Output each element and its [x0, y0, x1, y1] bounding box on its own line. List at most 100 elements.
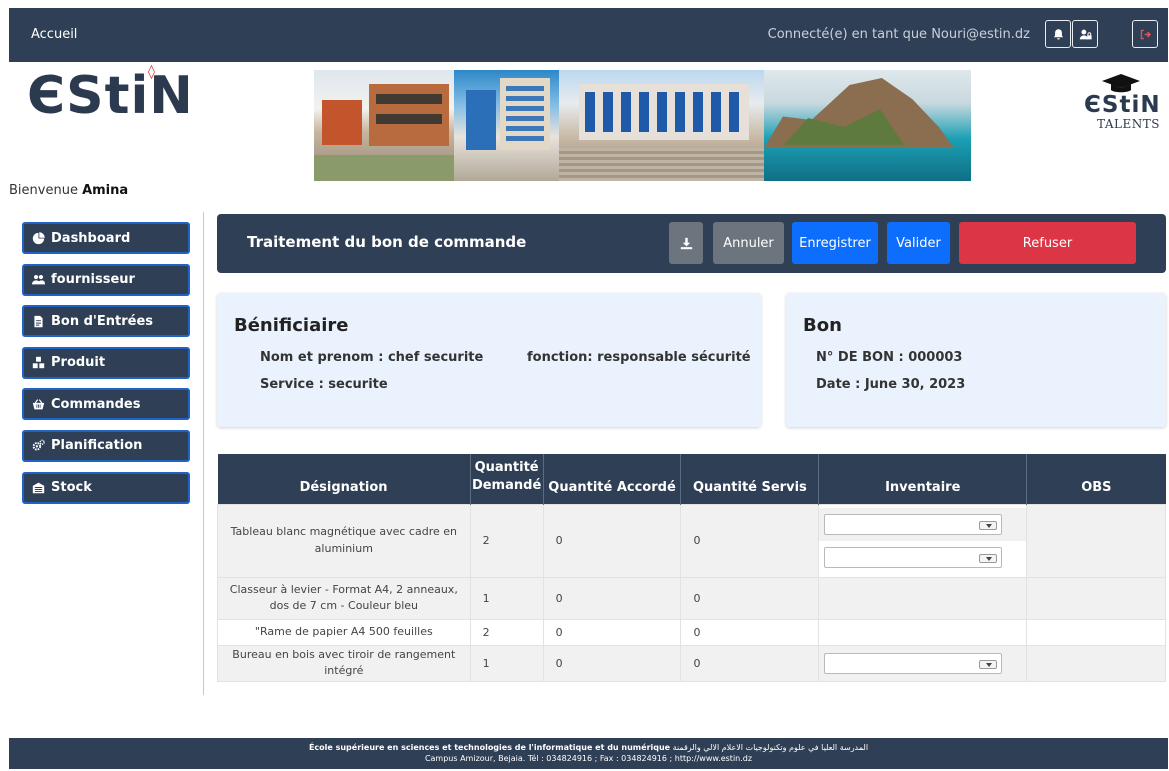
welcome-message: Bienvenue Amina: [9, 183, 128, 198]
cell-quantity-requested: 2: [469, 503, 544, 578]
chevron-down-icon: [979, 520, 998, 530]
cogs-icon: [32, 440, 45, 452]
logout-button[interactable]: [1132, 20, 1158, 48]
sidebar-item-fournisseur[interactable]: fournisseur: [22, 263, 190, 296]
download-icon: [680, 237, 692, 249]
header-line: Quantité: [474, 460, 539, 476]
footer: École supérieure en sciences et technolo…: [9, 738, 1168, 769]
column-header-quantity-requested: Quantité Demandé: [470, 454, 544, 504]
sidebar-item-label: Stock: [51, 480, 92, 496]
cell-inventory: [818, 576, 1028, 620]
warehouse-icon: [32, 482, 45, 494]
user-lock-icon: [1079, 29, 1092, 39]
cell-quantity-served: 0: [680, 503, 820, 578]
dashboard-icon: [32, 231, 45, 244]
sidebar-item-bon-entrees[interactable]: Bon d'Entrées: [22, 305, 190, 338]
order-items-table: Désignation Quantité Demandé Quantité Ac…: [217, 454, 1166, 682]
home-link[interactable]: Accueil: [31, 27, 77, 42]
estin-logo: ЄStiN ◊: [27, 65, 194, 122]
bon-number: N° DE BON : 000003: [816, 350, 963, 365]
beneficiary-heading: Bénificiaire: [234, 315, 349, 336]
sidebar-item-commandes[interactable]: Commandes: [22, 388, 190, 421]
sidebar-item-stock[interactable]: Stock: [22, 471, 190, 504]
inventory-select[interactable]: [824, 652, 1003, 674]
welcome-user-name: Amina: [82, 183, 129, 198]
welcome-prefix: Bienvenue: [9, 183, 78, 198]
inventory-select[interactable]: [824, 546, 1003, 568]
cell-quantity-requested: 1: [469, 644, 544, 682]
talents-logo-name: ЄStiN: [1084, 92, 1161, 118]
table-row: "Rame de papier A4 500 feuilles 2 0 0: [217, 618, 1166, 646]
user-profile-button[interactable]: [1072, 20, 1098, 48]
download-button[interactable]: [669, 222, 703, 264]
save-button[interactable]: Enregistrer: [792, 222, 878, 264]
cell-obs: [1026, 618, 1166, 646]
bon-date: Date : June 30, 2023: [816, 377, 966, 392]
cell-inventory: [818, 503, 1028, 578]
chevron-down-icon: [979, 553, 998, 563]
sidebar-item-produit[interactable]: Produit: [22, 346, 190, 379]
page-title: Traitement du bon de commande: [247, 233, 527, 251]
bon-heading: Bon: [803, 315, 842, 336]
table-row: Classeur à levier - Format A4, 2 anneaux…: [217, 576, 1166, 620]
talents-logo-subtitle: TALENTS: [1097, 117, 1160, 131]
sidebar-item-label: Dashboard: [51, 230, 131, 246]
cell-obs: [1026, 644, 1166, 682]
cell-quantity-granted: 0: [542, 644, 682, 682]
estin-talents-logo: ЄStiN TALENTS: [1084, 74, 1160, 131]
chevron-down-icon: [979, 659, 998, 669]
top-navbar: Accueil Connecté(e) en tant que Nouri@es…: [9, 8, 1168, 62]
sidebar: Dashboard fournisseur Bon d'Entrées Prod…: [22, 222, 190, 513]
cancel-button[interactable]: Annuler: [713, 222, 784, 264]
logout-icon: [1140, 29, 1151, 39]
column-header-quantity-granted: Quantité Accordé: [543, 454, 682, 504]
cell-quantity-requested: 2: [469, 618, 544, 646]
sidebar-divider: [203, 212, 204, 695]
header-line: Demandé: [471, 477, 542, 493]
table-header-row: Désignation Quantité Demandé Quantité Ac…: [217, 454, 1166, 504]
validate-button[interactable]: Valider: [887, 222, 950, 264]
column-header-designation: Désignation: [217, 454, 471, 504]
sidebar-item-label: Produit: [51, 355, 106, 371]
beneficiary-card: Bénificiaire Nom et prenom : chef securi…: [217, 293, 761, 427]
estin-logo-mark: ◊: [148, 64, 156, 80]
cell-quantity-requested: 1: [469, 576, 544, 620]
cell-designation: Classeur à levier - Format A4, 2 anneaux…: [217, 576, 471, 620]
order-action-bar: Traitement du bon de commande Annuler En…: [217, 214, 1166, 273]
graduation-cap-icon: [1102, 74, 1140, 93]
cell-designation: Tableau blanc magnétique avec cadre en a…: [217, 503, 471, 578]
refuse-button[interactable]: Refuser: [959, 222, 1136, 264]
sidebar-item-label: Commandes: [51, 396, 141, 412]
column-header-inventory: Inventaire: [818, 454, 1028, 504]
cell-quantity-granted: 0: [542, 618, 682, 646]
users-icon: [32, 275, 45, 285]
bell-icon: [1053, 28, 1063, 40]
bon-card: Bon N° DE BON : 000003 Date : June 30, 2…: [786, 293, 1166, 427]
boxes-icon: [32, 357, 45, 369]
beneficiary-service: Service : securite: [260, 377, 388, 392]
cell-inventory: [818, 618, 1028, 646]
connected-user-text: Connecté(e) en tant que Nouri@estin.dz: [767, 27, 1030, 42]
cell-quantity-served: 0: [680, 576, 820, 620]
sidebar-item-dashboard[interactable]: Dashboard: [22, 222, 190, 254]
beneficiary-name: Nom et prenom : chef securite: [260, 350, 484, 365]
footer-school-name-fr: École supérieure en sciences et technolo…: [308, 743, 671, 752]
cell-obs: [1026, 503, 1166, 578]
cell-designation: Bureau en bois avec tiroir de rangement …: [217, 644, 471, 682]
inventory-select[interactable]: [824, 513, 1003, 535]
footer-school-name-ar: المدرسة العليا في علوم وتكنولوجيات الاعل…: [672, 743, 869, 752]
estin-logo-text: ЄStiN: [27, 66, 194, 126]
footer-contact: Campus Amizour, Bejaia. Tél : 034824916 …: [424, 754, 753, 763]
sidebar-item-planification[interactable]: Planification: [22, 429, 190, 462]
cell-quantity-granted: 0: [542, 576, 682, 620]
footer-line-1: École supérieure en sciences et technolo…: [9, 742, 1168, 753]
table-row: Bureau en bois avec tiroir de rangement …: [217, 644, 1166, 682]
cell-quantity-granted: 0: [542, 503, 682, 578]
sidebar-item-label: Bon d'Entrées: [51, 313, 154, 329]
cell-quantity-served: 0: [680, 618, 820, 646]
cell-obs: [1026, 576, 1166, 620]
notifications-button[interactable]: [1045, 20, 1071, 48]
sidebar-item-label: Planification: [51, 438, 143, 454]
sidebar-item-label: fournisseur: [51, 272, 135, 288]
campus-banner-image: [314, 70, 971, 181]
